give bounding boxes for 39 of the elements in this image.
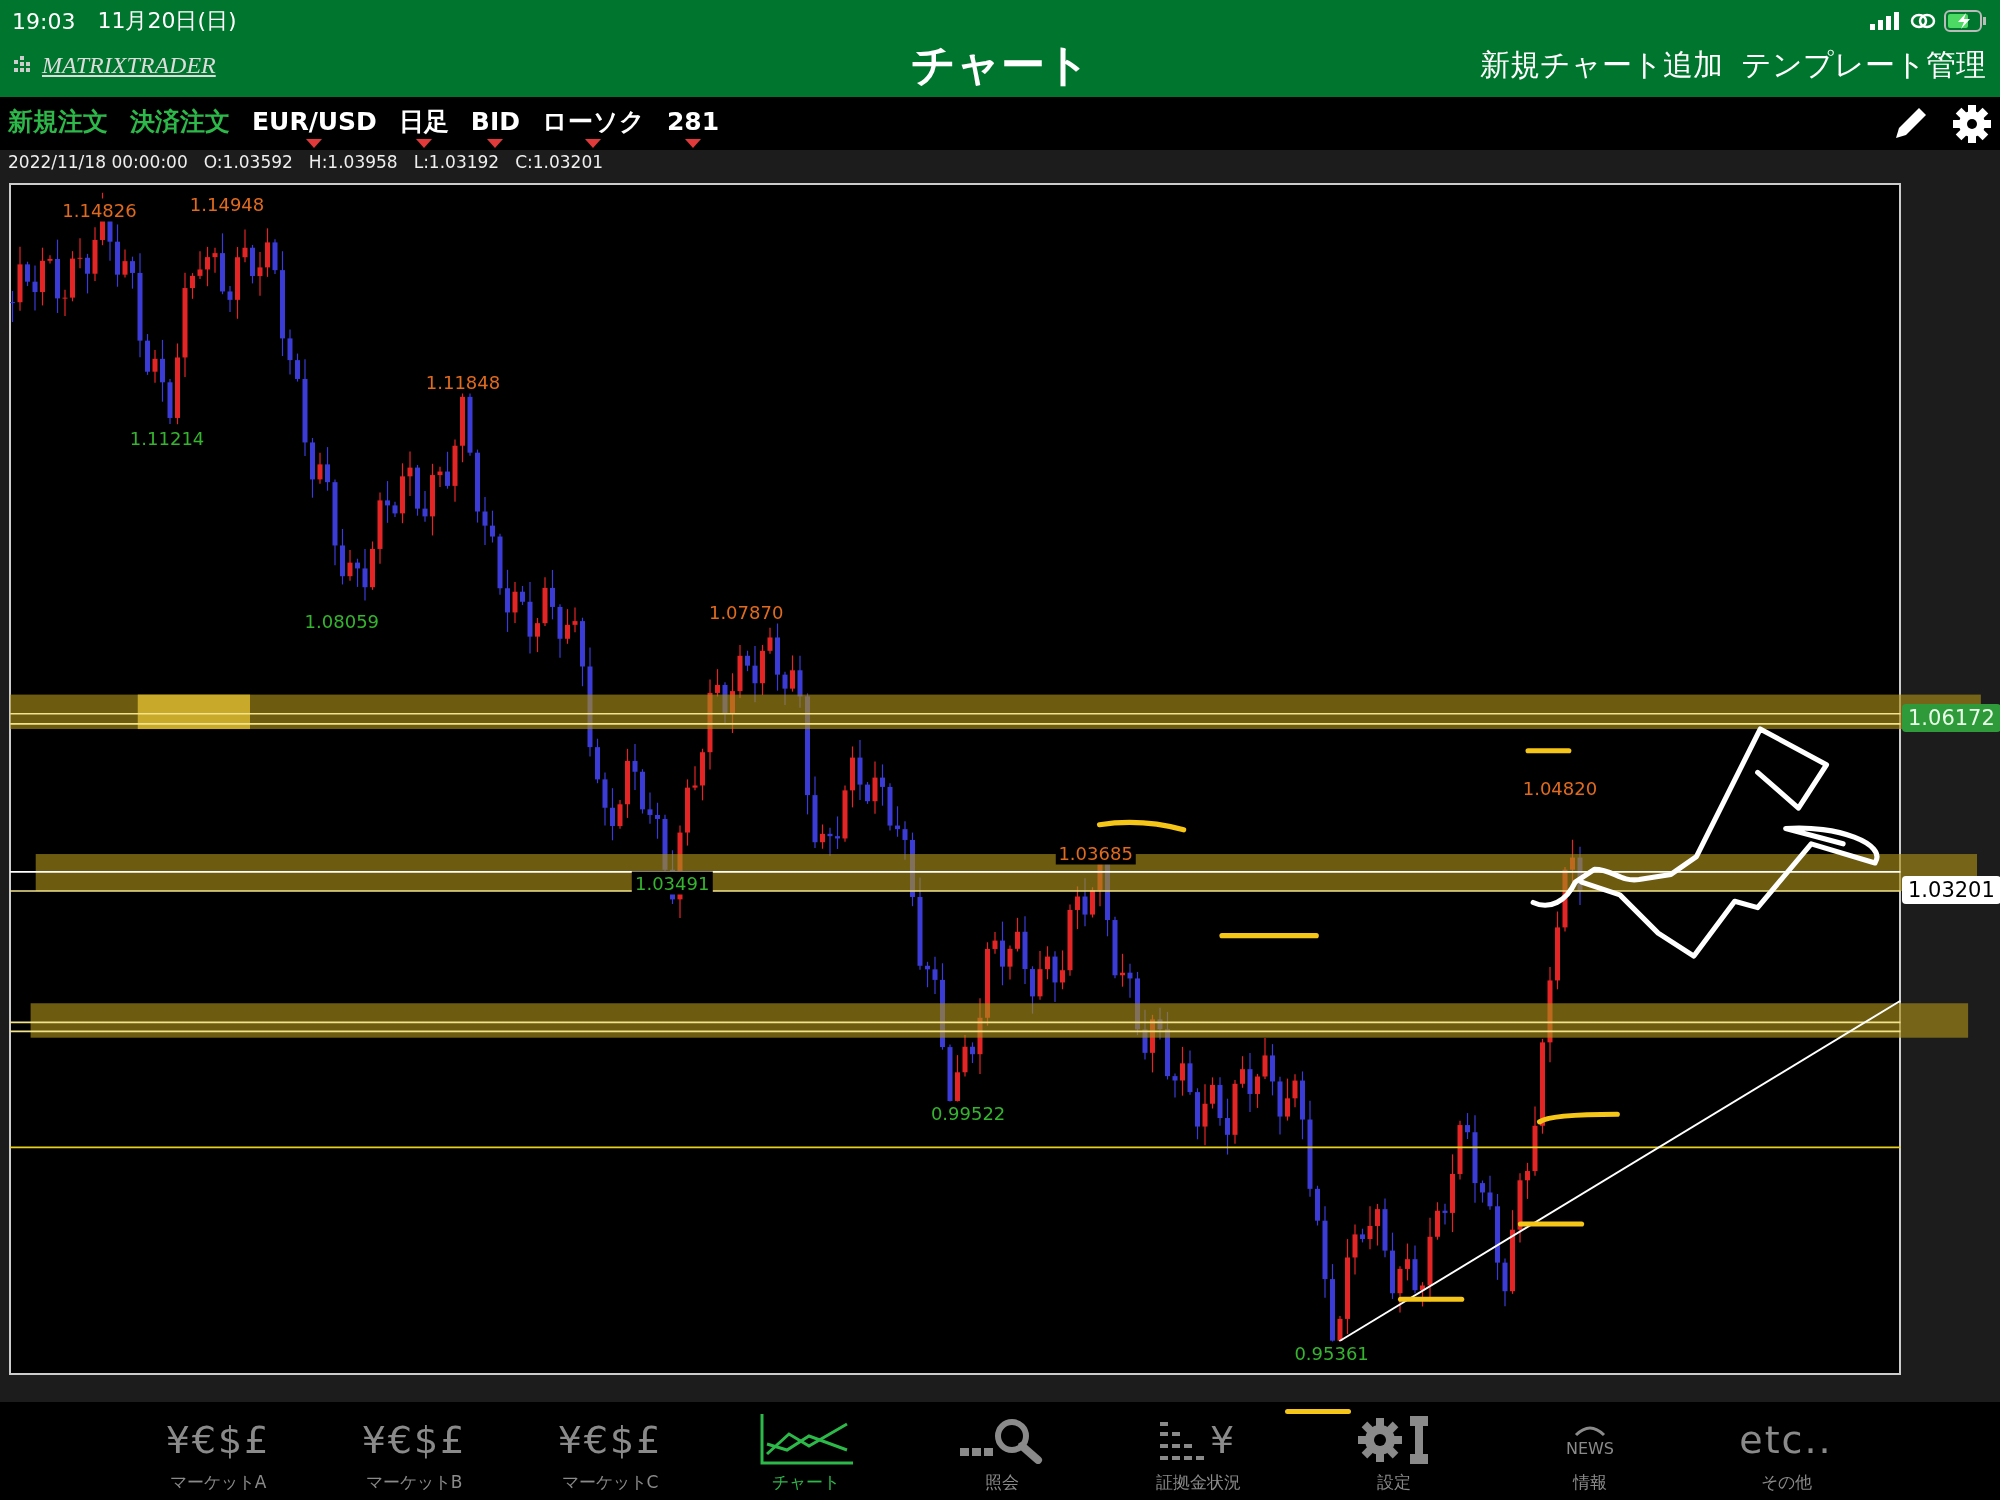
- ohlc-value: H:1.03958: [308, 152, 398, 172]
- ohlc-value: L:1.03192: [413, 152, 500, 172]
- link-icon: [1910, 12, 1936, 30]
- line-price-tag: 1.06172: [1902, 704, 2000, 732]
- search-icon: [960, 1416, 1044, 1464]
- settings-icon[interactable]: [1952, 103, 1992, 144]
- app-logo: MATRIXTRADER: [42, 52, 216, 79]
- tab-bar-item[interactable]: ¥ 証拠金状況: [1100, 1402, 1296, 1500]
- yen-symbol: ¥: [1209, 1418, 1237, 1462]
- current-price-tag: 1.03201: [1902, 876, 2000, 904]
- marker-stroke: [1285, 1409, 1351, 1414]
- order-button[interactable]: 新規注文: [8, 107, 108, 148]
- high-price-label: 1.03685: [1055, 841, 1136, 865]
- signal-icon: [1870, 12, 1902, 30]
- ohlc-value: 2022/11/18 00:00:00: [8, 152, 188, 172]
- line-chart-icon: [759, 1414, 853, 1466]
- tab-bar-item[interactable]: ¥€$£ マーケットB: [316, 1402, 512, 1500]
- news-mark: NEWS: [1565, 1438, 1615, 1458]
- currency-symbols: ¥€$£: [361, 1418, 467, 1462]
- tab-bar-item[interactable]: ¥€$£ マーケットA: [120, 1402, 316, 1500]
- status-date: 11月20日(日): [97, 7, 237, 35]
- etc-mark: etc..: [1739, 1418, 1833, 1462]
- page-title: チャート: [910, 38, 1090, 92]
- tab-bar-item[interactable]: ¥€$£ マーケットC: [512, 1402, 708, 1500]
- currency-symbols: ¥€$£: [165, 1418, 271, 1462]
- header-link[interactable]: テンプレート管理: [1741, 45, 1986, 86]
- ohlc-value: C:1.03201: [515, 152, 604, 172]
- tab-bar-item[interactable]: 照会: [904, 1402, 1100, 1500]
- status-time: 19:03: [12, 8, 76, 34]
- tab-bar-item[interactable]: NEWS 情報: [1492, 1402, 1688, 1500]
- order-button[interactable]: 決済注文: [130, 107, 230, 148]
- header-link[interactable]: 新規チャート追加: [1480, 45, 1723, 86]
- currency-symbols: ¥€$£: [557, 1418, 663, 1462]
- tab-bar-item[interactable]: 設定: [1296, 1402, 1492, 1500]
- tab-bar-item[interactable]: チャート: [708, 1402, 904, 1500]
- ohlc-value: O:1.03592: [203, 152, 293, 172]
- low-price-label: 1.03491: [631, 871, 713, 895]
- battery-icon: [1944, 10, 1988, 32]
- tab-bar-item[interactable]: etc.. その他: [1688, 1402, 1884, 1500]
